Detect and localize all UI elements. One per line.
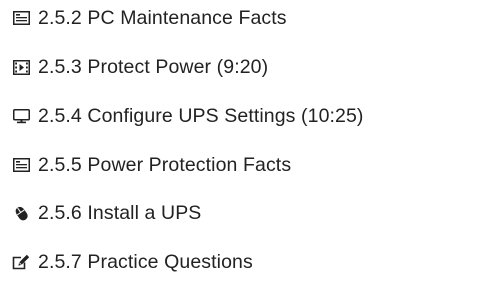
toc-item-configure-ups-settings[interactable]: 2.5.4 Configure UPS Settings (10:25) <box>12 102 364 130</box>
toc-item-label: 2.5.5 Power Protection Facts <box>38 154 292 176</box>
toc-item-power-protection-facts[interactable]: 2.5.5 Power Protection Facts <box>12 151 291 179</box>
toc-item-label: 2.5.7 Practice Questions <box>38 251 253 273</box>
toc-item-label: 2.5.2 PC Maintenance Facts <box>38 7 287 29</box>
toc-item-practice-questions[interactable]: 2.5.7 Practice Questions <box>12 248 253 276</box>
text-document-icon <box>12 9 30 27</box>
video-icon <box>12 58 30 76</box>
toc-item-label: 2.5.4 Configure UPS Settings (10:25) <box>38 105 364 127</box>
practice-questions-icon <box>12 253 30 271</box>
text-document-icon <box>12 156 30 174</box>
toc-item-install-a-ups[interactable]: 2.5.6 Install a UPS <box>12 199 201 227</box>
mouse-icon <box>12 204 30 222</box>
toc-item-label: 2.5.3 Protect Power (9:20) <box>38 56 269 78</box>
toc-item-pc-maintenance-facts[interactable]: 2.5.2 PC Maintenance Facts <box>12 4 287 32</box>
toc-item-label: 2.5.6 Install a UPS <box>38 202 202 224</box>
toc-item-protect-power[interactable]: 2.5.3 Protect Power (9:20) <box>12 53 268 81</box>
monitor-icon <box>12 107 30 125</box>
